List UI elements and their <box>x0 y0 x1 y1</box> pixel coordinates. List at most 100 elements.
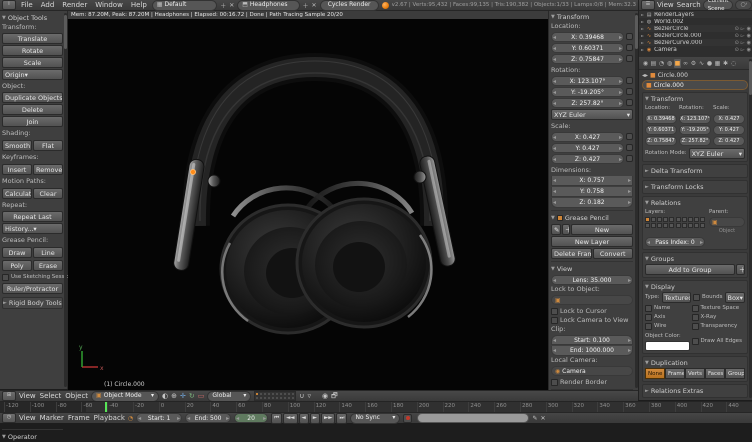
location-field[interactable]: ◂Y: 0.60371▸ <box>551 43 624 53</box>
lock-icon[interactable] <box>626 99 633 106</box>
location-field[interactable]: X: 0.39468 <box>645 114 677 124</box>
scale-field[interactable]: ◂X: 0.427▸ <box>551 132 624 142</box>
transform-locks-panel[interactable]: ►Transform Locks <box>642 180 748 194</box>
properties-tab[interactable]: ▤ <box>650 59 657 68</box>
current-frame-field[interactable]: ◂20▸ <box>234 413 268 423</box>
display-mode-dropdown[interactable]: Current Scene <box>703 0 734 10</box>
editor-type-icon[interactable]: ◷ <box>2 413 16 423</box>
repeat-last-button[interactable]: Repeat Last <box>2 211 63 222</box>
start-frame-field[interactable]: ◂Start: 1▸ <box>136 413 182 423</box>
renderable-camera-icon[interactable]: ◉ <box>747 40 751 46</box>
collapsed-panel[interactable]: ►Relations Extras <box>642 384 748 398</box>
manipulator-scale-icon[interactable]: ▭ <box>198 392 205 401</box>
outliner-row[interactable]: ► ∿ BezierCircle ⊙ ▻ ◉ <box>639 25 752 32</box>
menu-item[interactable]: Render <box>60 1 89 9</box>
menu-item[interactable]: View <box>657 1 674 9</box>
outliner-row[interactable]: ► ▤ RenderLayers ⊙ ▻ ◉ <box>639 11 752 18</box>
visibility-eye-icon[interactable]: ⊙ <box>735 26 739 32</box>
display-option-checkbox[interactable]: Texture Space <box>692 304 745 313</box>
expand-icon[interactable]: ► <box>641 12 644 17</box>
selectable-cursor-icon[interactable]: ▻ <box>741 33 745 39</box>
display-option-checkbox[interactable]: Name <box>645 304 690 313</box>
menu-item[interactable]: Object <box>65 392 88 400</box>
playback-button[interactable]: ⏮ <box>271 413 282 424</box>
scale-field[interactable]: ◂Z: 0.427▸ <box>551 154 624 164</box>
renderable-camera-icon[interactable]: ◉ <box>747 47 751 53</box>
display-option-checkbox[interactable]: Wire <box>645 322 690 331</box>
render-border-checkbox[interactable]: Render Border <box>551 378 633 387</box>
visibility-eye-icon[interactable]: ⊙ <box>735 33 739 39</box>
add-icon[interactable]: ＋ <box>736 264 745 275</box>
gp-convert-button[interactable]: Convert <box>593 248 634 259</box>
dimension-field[interactable]: ◂Y: 0.758▸ <box>551 187 633 197</box>
properties-tab[interactable]: ◉ <box>642 59 649 68</box>
keying-set-field[interactable] <box>417 413 529 423</box>
view-panel-header[interactable]: ▼View <box>551 264 633 274</box>
draw-all-edges-checkbox[interactable]: Draw All Edges <box>692 337 745 346</box>
lens-slider[interactable]: ◂Lens: 35.000▸ <box>551 275 633 285</box>
duplication-option-button[interactable]: Verts <box>685 368 705 379</box>
auto-keyframe-record-button[interactable] <box>403 414 412 423</box>
menu-item[interactable]: Search <box>677 1 701 9</box>
parent-picker[interactable]: ▣ <box>709 217 745 227</box>
renderable-camera-icon[interactable]: ◉ <box>747 33 751 39</box>
bounds-checkbox[interactable]: Bounds <box>693 293 722 302</box>
duplication-option-button[interactable]: Frames <box>665 368 685 379</box>
editor-type-icon[interactable]: ⊞ <box>2 391 16 401</box>
editor-type-icon[interactable]: i <box>2 0 16 10</box>
gp-poly-button[interactable]: Poly <box>2 260 32 271</box>
lock-to-cursor-checkbox[interactable]: Lock to Cursor <box>551 307 633 316</box>
menu-item[interactable]: Frame <box>68 414 90 422</box>
rotate-button[interactable]: Rotate <box>2 45 63 56</box>
groups-panel-header[interactable]: ▼Groups <box>645 254 745 264</box>
rotation-field[interactable]: Y: -19.205° <box>679 125 711 135</box>
expand-icon[interactable]: ► <box>641 47 644 52</box>
display-option-checkbox[interactable]: Axis <box>645 313 690 322</box>
properties-tab[interactable]: ∞ <box>682 59 689 68</box>
gp-add-icon[interactable]: ＋ <box>562 224 570 235</box>
properties-tab[interactable]: ● <box>706 59 713 68</box>
screen-layout-selector[interactable]: ▦ Default <box>152 0 217 11</box>
viewport-shading-icon[interactable]: ◐ <box>162 392 168 401</box>
snap-magnet-icon[interactable]: ∪ <box>299 392 304 401</box>
lock-icon[interactable] <box>626 133 633 140</box>
opengl-anim-render-icon[interactable]: 🗗 <box>331 392 338 401</box>
delete-button[interactable]: Delete <box>2 104 63 115</box>
editor-type-icon[interactable]: ☰ <box>641 0 655 10</box>
pivot-point-icon[interactable]: ⊕ <box>171 392 177 401</box>
duplication-option-button[interactable]: Group <box>725 368 745 379</box>
clip-end-field[interactable]: ◂End: 1000.000▸ <box>551 346 633 356</box>
gp-erase-button[interactable]: Erase <box>33 260 63 271</box>
translate-button[interactable]: Translate <box>2 33 63 44</box>
add-to-group-button[interactable]: Add to Group <box>645 264 735 275</box>
display-panel-header[interactable]: ▼Display <box>645 282 745 292</box>
display-option-checkbox[interactable]: Transparency <box>692 322 745 331</box>
playback-button[interactable]: ►► <box>321 413 335 424</box>
grease-pencil-panel-header[interactable]: ▼Grease Pencil <box>551 213 633 223</box>
properties-tab[interactable]: ▦ <box>714 59 721 68</box>
use-preview-range-icon[interactable]: ◔ <box>128 414 133 423</box>
smooth-button[interactable]: Smooth <box>2 140 32 151</box>
insert-keyframe-button[interactable]: Insert <box>2 164 32 175</box>
outliner-search-input[interactable]: ○˒ <box>735 0 752 10</box>
outliner-row[interactable]: ► ◍ World.002 ⊙ ▻ ◉ <box>639 18 752 25</box>
tool-shelf-title[interactable]: ▼Object Tools <box>2 13 63 23</box>
snap-element-icon[interactable]: ▿ <box>308 392 312 401</box>
flat-button[interactable]: Flat <box>33 140 63 151</box>
gp-draw-button[interactable]: Draw <box>2 247 32 258</box>
rotation-mode-dropdown[interactable]: XYZ Euler▾ <box>689 148 745 159</box>
object-color-swatch[interactable] <box>645 341 690 351</box>
rotation-field[interactable]: X: 123.107° <box>679 114 711 124</box>
layers-widget[interactable] <box>254 391 296 401</box>
duplication-option-button[interactable]: None <box>645 368 665 379</box>
location-field[interactable]: ◂Z: 0.75847▸ <box>551 54 624 64</box>
manipulator-translate-icon[interactable]: ✛ <box>180 392 186 401</box>
insert-keyframe-icon[interactable]: ✎ <box>532 414 537 423</box>
delta-transform-panel[interactable]: ►Delta Transform <box>642 164 748 178</box>
menu-item[interactable]: File <box>19 1 35 9</box>
manipulator-rotate-icon[interactable]: ↻ <box>189 392 195 401</box>
orientation-dropdown[interactable]: Global▾ <box>207 391 251 402</box>
properties-tab[interactable]: ◍ <box>666 59 673 68</box>
playback-button[interactable]: ◄ <box>299 413 309 424</box>
outliner-row[interactable]: ► ∿ BezierCurve.000 ⊙ ▻ ◉ <box>639 39 752 46</box>
